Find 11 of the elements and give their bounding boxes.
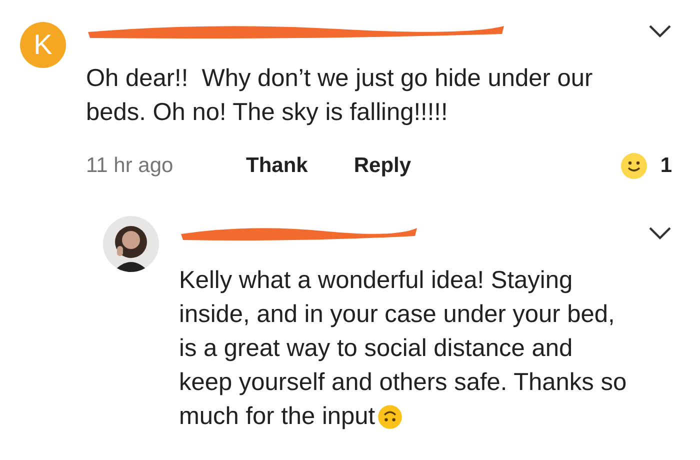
reply-text: much for the input bbox=[179, 402, 376, 432]
chevron-down-icon[interactable] bbox=[648, 226, 672, 240]
reaction-count: 1 bbox=[660, 154, 672, 178]
action-link[interactable]: Reply bbox=[354, 154, 412, 178]
avatar: K bbox=[20, 22, 66, 68]
timestamp: 11 hr ago bbox=[86, 154, 174, 178]
chevron-down-icon[interactable] bbox=[648, 24, 672, 38]
upside-down-smiley-icon bbox=[377, 404, 404, 430]
action-link[interactable]: Thank bbox=[246, 154, 308, 178]
smiley-reaction-icon[interactable] bbox=[620, 152, 648, 180]
comment-text: Oh dear!! Why don’t we just go hide under our beds. Oh no! The sky is falling!!!!! bbox=[86, 64, 594, 128]
